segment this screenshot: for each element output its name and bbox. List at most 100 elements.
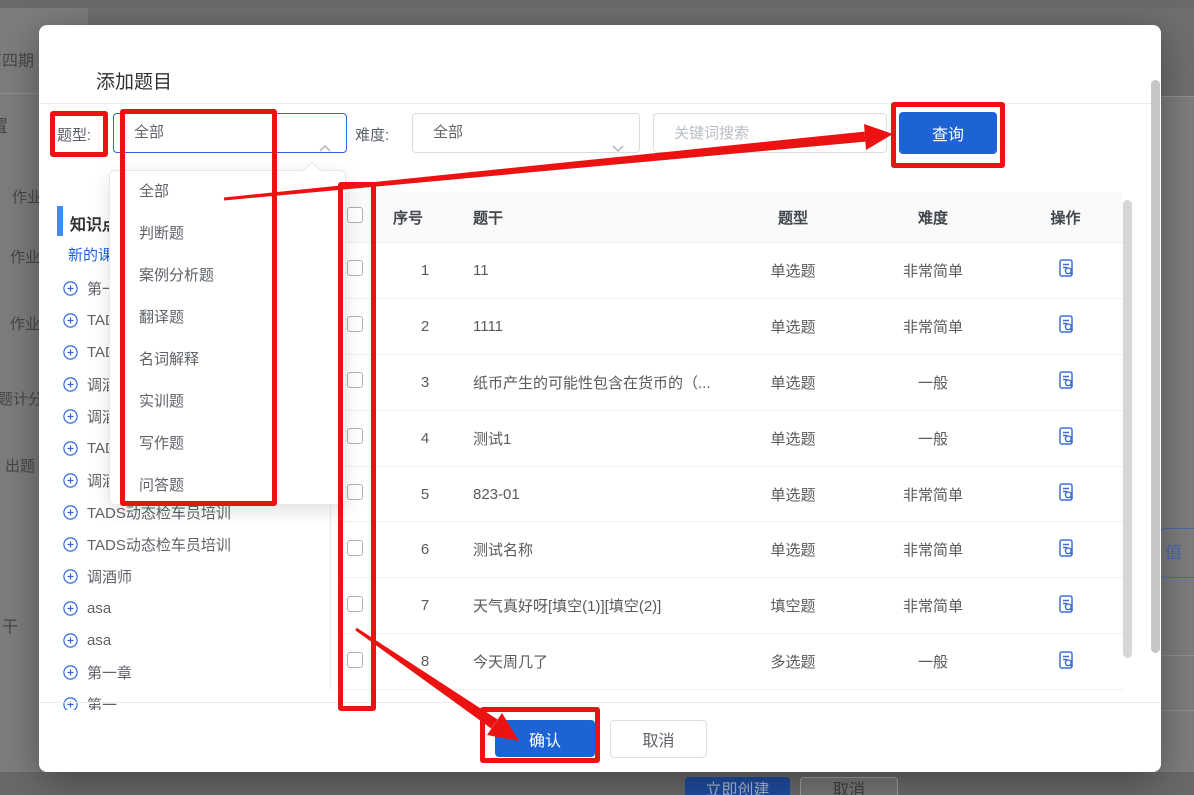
cell-stem: 今天周几了 bbox=[465, 651, 728, 672]
cell-type: 单选题 bbox=[728, 372, 858, 393]
bg-partial-char: 置 bbox=[0, 112, 8, 137]
preview-question-icon[interactable] bbox=[1056, 650, 1076, 674]
bg-divider bbox=[1161, 655, 1194, 656]
cell-no: 6 bbox=[385, 541, 465, 558]
cell-no: 7 bbox=[385, 597, 465, 614]
cell-difficulty: 非常简单 bbox=[858, 484, 1008, 505]
query-button[interactable]: 查询 bbox=[899, 112, 997, 154]
bg-sidebar-item: 干 bbox=[2, 613, 18, 637]
preview-question-icon[interactable] bbox=[1056, 426, 1076, 450]
row-checkbox[interactable] bbox=[347, 372, 363, 388]
column-header-stem: 题干 bbox=[465, 207, 728, 228]
type-filter-label: 题型: bbox=[57, 124, 91, 145]
row-checkbox[interactable] bbox=[347, 652, 363, 668]
column-header-difficulty: 难度 bbox=[858, 207, 1008, 228]
plus-circle-icon bbox=[63, 281, 78, 296]
cancel-button[interactable]: 取消 bbox=[610, 720, 707, 758]
dropdown-option[interactable]: 案例分析题 bbox=[110, 255, 345, 297]
tree-node[interactable]: 第一 bbox=[57, 688, 332, 710]
cell-type: 填空题 bbox=[728, 595, 858, 616]
row-checkbox[interactable] bbox=[347, 540, 363, 556]
difficulty-select[interactable]: 全部 bbox=[412, 113, 640, 153]
bg-create-now-button: 立即创建 bbox=[685, 777, 790, 795]
chevron-up-icon bbox=[318, 130, 332, 168]
cell-no: 8 bbox=[385, 653, 465, 670]
dropdown-option[interactable]: 翻译题 bbox=[110, 297, 345, 339]
dropdown-option[interactable]: 实训题 bbox=[110, 381, 345, 423]
plus-circle-icon bbox=[63, 345, 78, 360]
bg-top-strip bbox=[0, 0, 1194, 8]
dropdown-option[interactable]: 写作题 bbox=[110, 423, 345, 465]
bg-period-label: 第四期 bbox=[0, 47, 34, 71]
preview-question-icon[interactable] bbox=[1056, 482, 1076, 506]
bg-sidebar-item: 题计分 bbox=[0, 388, 43, 409]
cell-type: 单选题 bbox=[728, 316, 858, 337]
tree-node[interactable]: 第一章 bbox=[57, 656, 332, 688]
plus-circle-icon bbox=[63, 601, 78, 616]
cell-difficulty: 非常简单 bbox=[858, 539, 1008, 560]
plus-circle-icon bbox=[63, 665, 78, 680]
table-row: 2 1111 单选题 非常简单 bbox=[340, 299, 1123, 355]
cell-type: 多选题 bbox=[728, 651, 858, 672]
preview-question-icon[interactable] bbox=[1056, 538, 1076, 562]
confirm-button[interactable]: 确认 bbox=[495, 720, 595, 757]
preview-question-icon[interactable] bbox=[1056, 258, 1076, 282]
preview-question-icon[interactable] bbox=[1056, 594, 1076, 618]
table-row: 6 测试名称 单选题 非常简单 bbox=[340, 522, 1123, 578]
header-divider bbox=[39, 103, 1161, 104]
type-dropdown-panel: 全部 判断题 案例分析题 翻译题 名词解释 实训题 写作题 问答题 bbox=[109, 170, 346, 505]
tree-node[interactable]: asa bbox=[57, 624, 332, 656]
tree-node[interactable]: TADS动态检车员培训 bbox=[57, 528, 332, 560]
dropdown-option[interactable]: 全部 bbox=[110, 171, 345, 213]
row-checkbox[interactable] bbox=[347, 428, 363, 444]
bg-divider bbox=[1161, 96, 1194, 97]
row-checkbox[interactable] bbox=[347, 596, 363, 612]
cell-difficulty: 一般 bbox=[858, 651, 1008, 672]
cell-difficulty: 非常简单 bbox=[858, 260, 1008, 281]
table-scrollbar[interactable] bbox=[1123, 200, 1132, 658]
cell-type: 单选题 bbox=[728, 260, 858, 281]
add-question-modal: 添加题目 ✕ 题型: 全部 难度: 全部 查询 知识点 新的课 bbox=[39, 25, 1161, 772]
cell-no: 4 bbox=[385, 430, 465, 447]
cell-stem: 天气真好呀[填空(1)][填空(2)] bbox=[465, 595, 728, 616]
chevron-down-icon bbox=[611, 130, 625, 168]
type-select-value: 全部 bbox=[134, 124, 164, 141]
dropdown-option[interactable]: 问答题 bbox=[110, 465, 345, 507]
keyword-search-input[interactable] bbox=[653, 113, 887, 153]
column-header-no: 序号 bbox=[385, 207, 465, 228]
cell-stem: 纸币产生的可能性包含在货币的（... bbox=[465, 372, 728, 393]
tree-node[interactable]: 调酒师 bbox=[57, 560, 332, 592]
tree-node-label: TADS动态检车员培训 bbox=[87, 534, 231, 555]
footer-divider bbox=[39, 702, 1161, 703]
select-all-checkbox[interactable] bbox=[347, 207, 363, 223]
bg-divider bbox=[0, 93, 39, 94]
preview-question-icon[interactable] bbox=[1056, 370, 1076, 394]
tree-node-label: asa bbox=[87, 632, 111, 649]
row-checkbox[interactable] bbox=[347, 484, 363, 500]
modal-scrollbar[interactable] bbox=[1151, 80, 1160, 653]
bg-sidebar-item: 作业 bbox=[10, 313, 40, 334]
plus-circle-icon bbox=[63, 377, 78, 392]
table-row: 4 测试1 单选题 一般 bbox=[340, 411, 1123, 467]
plus-circle-icon bbox=[63, 313, 78, 328]
cell-difficulty: 一般 bbox=[858, 372, 1008, 393]
table-row: 7 天气真好呀[填空(1)][填空(2)] 填空题 非常简单 bbox=[340, 578, 1123, 634]
dropdown-option[interactable]: 名词解释 bbox=[110, 339, 345, 381]
cell-no: 5 bbox=[385, 486, 465, 503]
table-row: 5 823-01 单选题 非常简单 bbox=[340, 467, 1123, 523]
tree-node[interactable]: asa bbox=[57, 592, 332, 624]
question-table: 序号 题干 题型 难度 操作 1 11 单选题 非常简单 bbox=[340, 192, 1123, 690]
type-select[interactable]: 全部 bbox=[113, 113, 347, 153]
bg-bottom-bar bbox=[0, 772, 1194, 795]
column-header-operation: 操作 bbox=[1008, 207, 1123, 228]
table-row: 1 11 单选题 非常简单 bbox=[340, 243, 1123, 299]
cell-no: 2 bbox=[385, 318, 465, 335]
dropdown-option[interactable]: 判断题 bbox=[110, 213, 345, 255]
preview-question-icon[interactable] bbox=[1056, 314, 1076, 338]
row-checkbox[interactable] bbox=[347, 260, 363, 276]
tree-course-link[interactable]: 新的课 bbox=[68, 244, 113, 265]
close-icon[interactable]: ✕ bbox=[1157, 65, 1187, 95]
bg-divider bbox=[1161, 710, 1194, 711]
row-checkbox[interactable] bbox=[347, 316, 363, 332]
plus-circle-icon bbox=[63, 473, 78, 488]
